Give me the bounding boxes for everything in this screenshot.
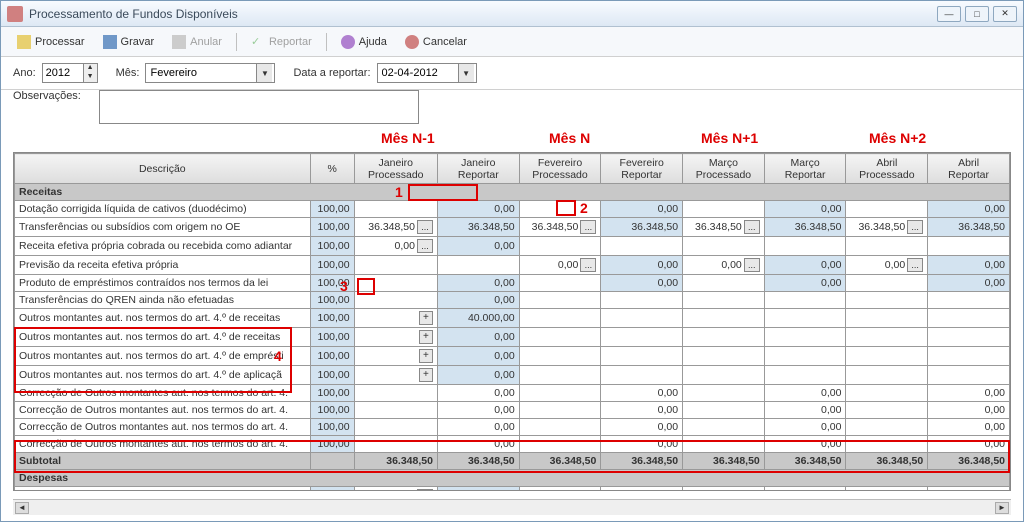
scroll-right-icon[interactable]: ► bbox=[995, 502, 1009, 514]
ajuda-label: Ajuda bbox=[359, 36, 387, 48]
toolbar: Processar Gravar Anular ✓Reportar Ajuda … bbox=[1, 27, 1023, 57]
table-row: Receita efetiva própria cobrada ou receb… bbox=[15, 237, 1010, 256]
cancel-icon bbox=[405, 35, 419, 49]
cancelar-button[interactable]: Cancelar bbox=[397, 32, 475, 52]
processar-label: Processar bbox=[35, 36, 85, 48]
month-annotations: Mês N-1 Mês N Mês N+1 Mês N+2 bbox=[1, 130, 1023, 152]
processar-button[interactable]: Processar bbox=[9, 32, 93, 52]
filters-bar: Ano: ▲▼ Mês: ▼ Data a reportar: ▼ bbox=[1, 57, 1023, 90]
ellipsis-button[interactable]: ... bbox=[907, 220, 923, 234]
obs-textarea[interactable] bbox=[99, 90, 419, 124]
section-despesas: Despesas bbox=[15, 470, 1010, 487]
wand-icon bbox=[17, 35, 31, 49]
plus-button[interactable]: + bbox=[419, 311, 433, 325]
scroll-left-icon[interactable]: ◄ bbox=[15, 502, 29, 514]
table-row: Correcção de Outros montantes aut. nos t… bbox=[15, 402, 1010, 419]
check-icon: ✓ bbox=[251, 35, 265, 49]
col-fev-r[interactable]: Fevereiro Reportar bbox=[601, 154, 683, 184]
data-reportar-combo[interactable]: ▼ bbox=[377, 63, 477, 83]
ellipsis-button[interactable]: ... bbox=[744, 220, 760, 234]
spin-down-icon[interactable]: ▼ bbox=[83, 73, 97, 82]
col-jan-r[interactable]: Janeiro Reportar bbox=[437, 154, 519, 184]
table-row: Outros montantes aut. nos termos do art.… bbox=[15, 328, 1010, 347]
table-row: Outros montantes aut. nos termos do art.… bbox=[15, 366, 1010, 385]
section-receitas: Receitas bbox=[15, 184, 1010, 201]
plus-button[interactable]: + bbox=[419, 330, 433, 344]
col-abr-p[interactable]: Abril Processado bbox=[846, 154, 928, 184]
close-button[interactable]: ✕ bbox=[993, 6, 1017, 22]
table-row: Previsão da receita efetiva própria100,0… bbox=[15, 256, 1010, 275]
obs-row: Observações: bbox=[1, 90, 1023, 130]
table-row: Dotação corrigida líquida de cativos (du… bbox=[15, 201, 1010, 218]
annot-mn1: Mês N-1 bbox=[381, 130, 435, 146]
grid-wrap[interactable]: 1 2 3 4 5 Descrição % Janeiro Processado… bbox=[13, 152, 1011, 491]
horizontal-scrollbar[interactable]: ◄ ► bbox=[13, 499, 1011, 515]
help-icon bbox=[341, 35, 355, 49]
reportar-label: Reportar bbox=[269, 36, 312, 48]
annot-mnp2: Mês N+2 bbox=[869, 130, 926, 146]
ellipsis-button[interactable]: ... bbox=[744, 258, 760, 272]
ano-spinner[interactable]: ▲▼ bbox=[42, 63, 98, 83]
subtotal-receitas: Subtotal36.348,5036.348,5036.348,5036.34… bbox=[15, 453, 1010, 470]
annot-mnp1: Mês N+1 bbox=[701, 130, 758, 146]
reportar-button: ✓ Reportar bbox=[243, 32, 320, 52]
table-row: Transferências do QREN ainda não efetuad… bbox=[15, 292, 1010, 309]
table-row: Outros montantes aut. nos termos do art.… bbox=[15, 309, 1010, 328]
ano-label: Ano: bbox=[13, 67, 36, 79]
window-title: Processamento de Fundos Disponíveis bbox=[29, 7, 937, 21]
anular-label: Anular bbox=[190, 36, 222, 48]
data-reportar-label: Data a reportar: bbox=[293, 67, 370, 79]
col-descricao[interactable]: Descrição bbox=[15, 154, 311, 184]
cancelar-label: Cancelar bbox=[423, 36, 467, 48]
ellipsis-button[interactable]: ... bbox=[580, 258, 596, 272]
mes-combo[interactable]: ▼ bbox=[145, 63, 275, 83]
table-row: Outros montantes aut. nos termos do art.… bbox=[15, 347, 1010, 366]
plus-button[interactable]: + bbox=[419, 349, 433, 363]
ano-input[interactable] bbox=[43, 64, 83, 82]
mes-label: Mês: bbox=[116, 67, 140, 79]
table-row: Correcção de Outros montantes aut. nos t… bbox=[15, 385, 1010, 402]
chevron-down-icon[interactable]: ▼ bbox=[256, 64, 272, 82]
spin-up-icon[interactable]: ▲ bbox=[83, 64, 97, 73]
plus-button[interactable]: + bbox=[419, 368, 433, 382]
ellipsis-button[interactable]: ... bbox=[417, 220, 433, 234]
data-grid: Descrição % Janeiro Processado Janeiro R… bbox=[14, 153, 1010, 491]
ellipsis-button[interactable]: ... bbox=[580, 220, 596, 234]
anular-button: Anular bbox=[164, 32, 230, 52]
maximize-button[interactable]: □ bbox=[965, 6, 989, 22]
col-jan-p[interactable]: Janeiro Processado bbox=[354, 154, 437, 184]
col-mar-r[interactable]: Março Reportar bbox=[764, 154, 846, 184]
col-pct[interactable]: % bbox=[310, 154, 354, 184]
toolbar-separator bbox=[236, 33, 237, 51]
ajuda-button[interactable]: Ajuda bbox=[333, 32, 395, 52]
table-row: Transferências ou subsídios com origem n… bbox=[15, 218, 1010, 237]
table-row: Produto de empréstimos contraídos nos te… bbox=[15, 275, 1010, 292]
app-icon bbox=[7, 6, 23, 22]
ellipsis-button[interactable]: ... bbox=[417, 239, 433, 253]
table-row: Correcção de Outros montantes aut. nos t… bbox=[15, 419, 1010, 436]
obs-label: Observações: bbox=[13, 90, 81, 102]
ellipsis-button[interactable]: ... bbox=[417, 489, 433, 491]
col-fev-p[interactable]: Fevereiro Processado bbox=[519, 154, 601, 184]
toolbar-separator bbox=[326, 33, 327, 51]
col-mar-p[interactable]: Março Processado bbox=[683, 154, 765, 184]
save-icon bbox=[103, 35, 117, 49]
chevron-down-icon[interactable]: ▼ bbox=[458, 64, 474, 82]
data-reportar-input[interactable] bbox=[378, 64, 458, 82]
col-abr-r[interactable]: Abril Reportar bbox=[928, 154, 1010, 184]
gravar-button[interactable]: Gravar bbox=[95, 32, 163, 52]
table-row: Correcção de Outros montantes aut. nos t… bbox=[15, 436, 1010, 453]
mes-input[interactable] bbox=[146, 64, 256, 82]
ellipsis-button[interactable]: ... bbox=[907, 258, 923, 272]
table-row: Compromissos assumidos100,0043.361,23...… bbox=[15, 487, 1010, 492]
minimize-button[interactable]: — bbox=[937, 6, 961, 22]
titlebar: Processamento de Fundos Disponíveis — □ … bbox=[1, 1, 1023, 27]
undo-icon bbox=[172, 35, 186, 49]
gravar-label: Gravar bbox=[121, 36, 155, 48]
window: Processamento de Fundos Disponíveis — □ … bbox=[0, 0, 1024, 522]
annot-mn: Mês N bbox=[549, 130, 590, 146]
